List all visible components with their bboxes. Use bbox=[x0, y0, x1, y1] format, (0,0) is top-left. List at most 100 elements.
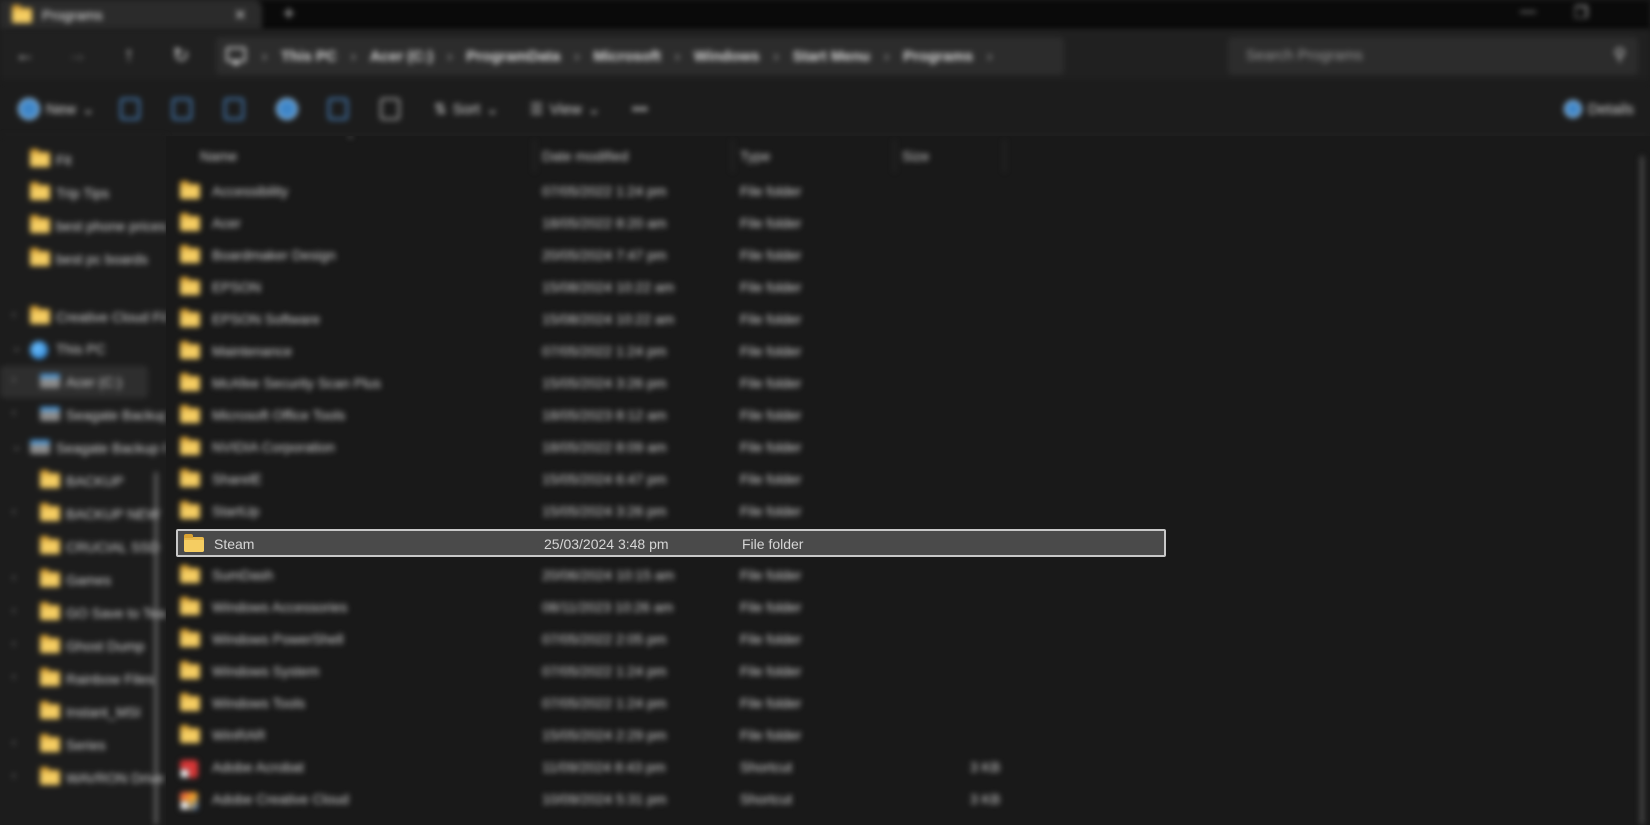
cut-button[interactable] bbox=[120, 95, 140, 123]
breadcrumb-item[interactable]: Programs bbox=[903, 48, 973, 65]
chevron-icon[interactable]: › bbox=[12, 572, 16, 584]
column-size[interactable]: Size bbox=[902, 148, 929, 164]
breadcrumb-item[interactable]: ProgramData bbox=[466, 48, 560, 65]
chevron-icon[interactable]: › bbox=[12, 671, 16, 683]
nav-item[interactable]: ⌄ This PC bbox=[0, 333, 166, 365]
column-type[interactable]: Type bbox=[740, 148, 770, 164]
file-row[interactable]: Maintenance 07/05/2022 1:24 pm File folder bbox=[176, 336, 1166, 366]
chevron-icon[interactable]: › bbox=[12, 605, 16, 617]
more-options-button[interactable]: ••• bbox=[632, 95, 648, 123]
file-row[interactable]: EPSON 15/08/2024 10:22 am File folder bbox=[176, 272, 1166, 302]
nav-item[interactable]: best pc boards bbox=[0, 243, 166, 275]
file-row[interactable]: Acer 18/05/2022 8:20 am File folder bbox=[176, 208, 1166, 238]
minimize-button[interactable]: — bbox=[1520, 3, 1536, 21]
nav-item[interactable]: › Seagate Backup bbox=[0, 399, 166, 431]
breadcrumb-item[interactable]: Microsoft bbox=[593, 48, 661, 65]
chevron-icon[interactable]: › bbox=[12, 407, 16, 419]
paste-button[interactable] bbox=[224, 95, 244, 123]
file-list-scrollbar[interactable] bbox=[1640, 156, 1644, 825]
nav-item[interactable]: › Series bbox=[0, 729, 166, 761]
breadcrumb-item[interactable]: This PC bbox=[281, 48, 337, 65]
file-row[interactable]: McAfee Security Scan Plus 15/05/2024 3:26… bbox=[176, 368, 1166, 398]
chevron-icon[interactable]: › bbox=[12, 506, 16, 518]
file-row[interactable]: SharelE 15/05/2024 6:47 pm File folder bbox=[176, 464, 1166, 494]
chevron-icon[interactable]: › bbox=[12, 638, 16, 650]
nav-item[interactable]: BACKUP bbox=[0, 465, 166, 497]
file-row[interactable]: Accessibility 07/05/2022 1:24 pm File fold… bbox=[176, 176, 1166, 206]
file-row[interactable]: Boardmaker Design 20/05/2024 7:47 pm File … bbox=[176, 240, 1166, 270]
breadcrumb-item[interactable]: Windows bbox=[694, 48, 760, 65]
nav-item[interactable]: › Ghost Dump bbox=[0, 630, 166, 662]
file-row[interactable]: EPSON Software 15/08/2024 10:22 am File fo… bbox=[176, 304, 1166, 334]
nav-item[interactable]: Trip Tips bbox=[0, 177, 166, 209]
file-row[interactable]: Adobe Creative Cloud 10/09/2024 5:31 pm Sh… bbox=[176, 784, 1166, 814]
chevron-right-icon[interactable]: › bbox=[774, 48, 779, 65]
file-row[interactable]: Windows System 07/05/2022 1:24 pm File fol… bbox=[176, 656, 1166, 686]
chevron-icon[interactable]: ⌄ bbox=[12, 341, 21, 354]
nav-item[interactable]: › Rainbow Files bbox=[0, 663, 166, 695]
sort-button[interactable]: ⇅ Sort ⌄ bbox=[434, 95, 499, 123]
file-row[interactable]: StartUp 15/05/2024 3:26 pm File folder bbox=[176, 496, 1166, 526]
search-icon[interactable]: ⚲ bbox=[1614, 45, 1626, 65]
search-box[interactable]: Search Programs ⚲ bbox=[1228, 37, 1638, 75]
nav-item[interactable]: › BACKUP NEW bbox=[0, 498, 166, 530]
chevron-right-icon[interactable]: › bbox=[675, 48, 680, 65]
column-divider[interactable] bbox=[894, 140, 895, 172]
forward-button[interactable]: → bbox=[62, 40, 92, 70]
file-row[interactable]: Adobe Acrobat 11/09/2024 8:43 pm Shortcut 3… bbox=[176, 752, 1166, 782]
breadcrumb-item[interactable]: Acer (C:) bbox=[370, 48, 433, 65]
column-divider[interactable] bbox=[534, 140, 535, 172]
column-name[interactable]: Name bbox=[200, 148, 237, 164]
details-button[interactable]: Details bbox=[1564, 95, 1634, 123]
up-button[interactable]: ↑ bbox=[114, 40, 144, 70]
file-row[interactable]: Windows Tools 07/05/2022 1:24 pm File fold… bbox=[176, 688, 1166, 718]
chevron-right-icon[interactable]: › bbox=[262, 48, 267, 65]
nav-item[interactable]: › Creative Cloud Files bbox=[0, 301, 166, 333]
nav-item[interactable]: › WAVRON Drive bbox=[0, 762, 166, 794]
nav-item[interactable]: › Acer (C:) bbox=[0, 366, 148, 398]
cut-icon bbox=[120, 98, 140, 120]
nav-item[interactable]: › GO Save to Team bbox=[0, 597, 166, 629]
breadcrumb-item[interactable]: Start Menu bbox=[793, 48, 871, 65]
view-button[interactable]: ☰ View ⌄ bbox=[530, 95, 600, 123]
chevron-right-icon[interactable]: › bbox=[351, 48, 356, 65]
file-row[interactable]: Windows PowerShell 07/05/2022 2:05 pm File… bbox=[176, 624, 1166, 654]
nav-item[interactable]: › Games bbox=[0, 564, 166, 596]
nav-item[interactable]: best phone prices bbox=[0, 210, 166, 242]
address-bar[interactable]: › This PC › Acer (C:) › ProgramData › Microsoft… bbox=[216, 37, 1064, 75]
share-button[interactable] bbox=[328, 95, 348, 123]
file-row[interactable]: WinRAR 15/05/2024 2:29 pm File folder bbox=[176, 720, 1166, 750]
nav-item[interactable]: ⌄ Seagate Backup Plus bbox=[0, 432, 166, 464]
maximize-button[interactable]: ❐ bbox=[1574, 3, 1588, 23]
file-row[interactable]: Microsoft Office Tools 18/05/2023 8:12 am… bbox=[176, 400, 1166, 430]
column-divider[interactable] bbox=[1004, 140, 1005, 172]
delete-button[interactable] bbox=[380, 95, 400, 123]
chevron-right-icon[interactable]: › bbox=[574, 48, 579, 65]
rename-button[interactable] bbox=[276, 95, 298, 123]
copy-button[interactable] bbox=[172, 95, 192, 123]
nav-item[interactable]: CRUCIAL SSD bbox=[0, 531, 166, 563]
file-row[interactable]: SumDash 20/06/2024 10:15 am File folder bbox=[176, 560, 1166, 590]
chevron-icon[interactable]: › bbox=[12, 374, 16, 386]
search-input[interactable]: Search Programs bbox=[1246, 47, 1363, 64]
chevron-right-icon[interactable]: › bbox=[447, 48, 452, 65]
nav-item[interactable]: Fit bbox=[0, 144, 166, 176]
chevron-icon[interactable]: › bbox=[12, 770, 16, 782]
refresh-button[interactable]: ↻ bbox=[166, 40, 196, 70]
chevron-right-icon[interactable]: › bbox=[987, 48, 992, 65]
new-button[interactable]: New ⌄ bbox=[18, 95, 95, 123]
new-tab-button[interactable]: + bbox=[283, 3, 295, 26]
column-divider[interactable] bbox=[732, 140, 733, 172]
chevron-icon[interactable]: › bbox=[12, 737, 16, 749]
nav-item[interactable]: Instant_MSI bbox=[0, 696, 166, 728]
chevron-icon[interactable]: › bbox=[12, 309, 16, 321]
chevron-right-icon[interactable]: › bbox=[884, 48, 889, 65]
file-row[interactable]: Windows Accessories 08/11/2023 10:26 am Fi… bbox=[176, 592, 1166, 622]
file-row[interactable]: NVIDIA Corporation 18/05/2022 8:09 am File… bbox=[176, 432, 1166, 462]
chevron-icon[interactable]: ⌄ bbox=[12, 440, 21, 453]
back-button[interactable]: ← bbox=[10, 40, 40, 70]
column-date-modified[interactable]: Date modified bbox=[542, 148, 628, 164]
close-tab-icon[interactable]: ✕ bbox=[234, 6, 247, 24]
tab-programs[interactable]: Programs ✕ bbox=[0, 0, 262, 30]
selected-file-row[interactable]: Steam 25/03/2024 3:48 pm File folder bbox=[176, 529, 1166, 557]
